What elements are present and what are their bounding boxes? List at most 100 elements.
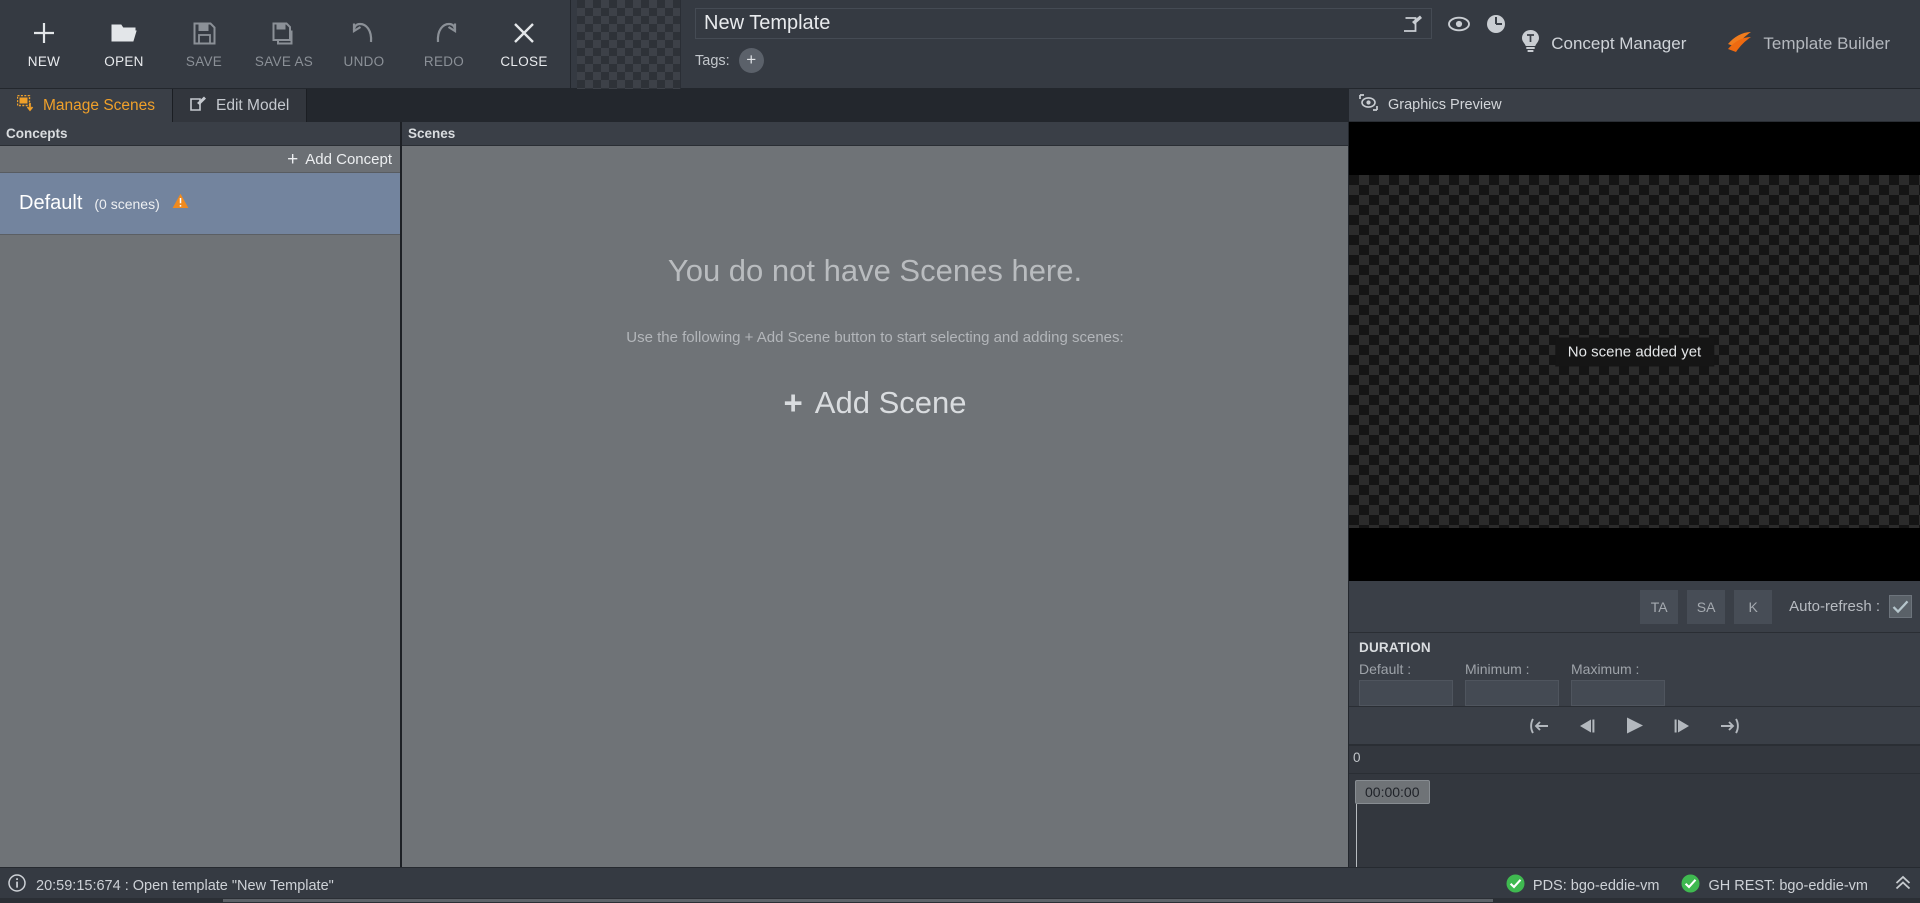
duration-minimum-label: Minimum : (1465, 661, 1530, 677)
info-circle-icon (8, 874, 26, 897)
concepts-header: Concepts (0, 122, 400, 146)
scenes-empty-state: You do not have Scenes here. Use the fol… (402, 146, 1348, 867)
status-message-group: 20:59:15:674 : Open template "New Templa… (8, 874, 334, 897)
floppy-disk-icon (192, 19, 217, 47)
duration-default-label: Default : (1359, 661, 1412, 677)
tab-manage-scenes[interactable]: Manage Scenes (0, 89, 174, 122)
tags-row: Tags: + (695, 48, 1506, 73)
concept-manager-label: Concept Manager (1551, 34, 1687, 53)
open-button[interactable]: OPEN (84, 0, 164, 89)
status-bar: 20:59:15:674 : Open template "New Templa… (0, 867, 1920, 903)
undo-button[interactable]: UNDO (324, 0, 404, 89)
add-concept-button[interactable]: + Add Concept (287, 150, 392, 169)
redo-button[interactable]: REDO (404, 0, 484, 89)
preview-letterbox-bottom (1349, 528, 1920, 581)
duration-minimum-input[interactable] (1465, 680, 1559, 706)
close-x-icon (511, 19, 537, 47)
tab-edit-model-label: Edit Model (216, 96, 290, 114)
step-forward-icon[interactable] (1673, 718, 1692, 734)
check-circle-green-icon (1681, 874, 1700, 898)
list-item[interactable]: Default (0 scenes) (0, 173, 400, 235)
play-icon[interactable] (1624, 716, 1645, 735)
new-button[interactable]: NEW (4, 0, 84, 89)
preview-eye-icon (1359, 94, 1378, 116)
duration-maximum-field: Maximum : (1571, 661, 1665, 706)
duration-default-input[interactable] (1359, 680, 1453, 706)
save-button[interactable]: SAVE (164, 0, 244, 89)
left-workspace: Manage Scenes Edit Model Concepts + Add … (0, 89, 1348, 867)
undo-arrow-icon (351, 19, 378, 47)
workspace-panes: Concepts + Add Concept Default (0 scenes… (0, 122, 1348, 867)
template-builder-button[interactable]: Template Builder (1726, 30, 1890, 59)
go-to-end-icon[interactable] (1720, 717, 1741, 734)
add-concept-label: Add Concept (305, 150, 392, 168)
ta-button[interactable]: TA (1640, 589, 1679, 624)
status-badge-pds[interactable]: PDS: bgo-eddie-vm (1506, 874, 1659, 898)
k-button[interactable]: K (1734, 589, 1773, 624)
application-window: NEW OPEN SAVE SAVE AS UNDO REDO CLOSE Ne… (0, 0, 1920, 903)
transport-controls (1349, 707, 1920, 745)
timeline-ruler[interactable]: 0 (1349, 746, 1920, 774)
check-circle-green-icon (1506, 874, 1525, 898)
concept-scene-count: (0 scenes) (94, 195, 160, 212)
floppy-disk-copy-icon (271, 19, 298, 47)
template-title-row: New Template (695, 8, 1506, 39)
concept-manager-button[interactable]: Concept Manager (1520, 29, 1686, 59)
preview-transparency-area: No scene added yet (1349, 175, 1920, 528)
duration-default-field: Default : (1359, 661, 1453, 706)
timeline-panel[interactable]: 0 00:00:00 (1349, 745, 1920, 867)
undo-button-label: UNDO (343, 54, 385, 69)
step-back-icon[interactable] (1577, 718, 1596, 734)
timeline-track[interactable]: 00:00:00 (1349, 774, 1920, 867)
tab-manage-scenes-label: Manage Scenes (43, 96, 156, 114)
main-toolbar: NEW OPEN SAVE SAVE AS UNDO REDO CLOSE Ne… (0, 0, 1920, 89)
duration-section: DURATION Default : Minimum : Maximum : (1349, 633, 1920, 707)
add-scene-button[interactable]: + Add Scene (784, 384, 967, 422)
go-to-start-icon[interactable] (1528, 717, 1549, 734)
lightbulb-icon (1520, 29, 1541, 59)
clock-history-icon[interactable] (1486, 14, 1506, 34)
add-tag-button[interactable]: + (738, 48, 764, 73)
save-as-button[interactable]: SAVE AS (244, 0, 324, 89)
auto-refresh-checkbox[interactable] (1889, 595, 1912, 618)
save-button-label: SAVE (185, 54, 223, 69)
save-as-button-label: SAVE AS (254, 54, 314, 69)
chevron-double-up-icon[interactable] (1894, 874, 1912, 897)
redo-arrow-icon (431, 19, 458, 47)
close-button[interactable]: CLOSE (484, 0, 564, 89)
duration-maximum-input[interactable] (1571, 680, 1665, 706)
redo-button-label: REDO (423, 54, 465, 69)
template-builder-label: Template Builder (1763, 34, 1890, 53)
status-badge-gh-rest[interactable]: GH REST: bgo-eddie-vm (1681, 874, 1868, 898)
manage-scenes-icon (16, 94, 34, 117)
auto-refresh-label: Auto-refresh : (1789, 598, 1880, 615)
timeline-playhead-label[interactable]: 00:00:00 (1355, 780, 1430, 804)
horizontal-scrollbar[interactable] (0, 898, 1920, 903)
template-name-input[interactable]: New Template (695, 8, 1433, 39)
eye-icon[interactable] (1448, 16, 1471, 32)
preview-viewport[interactable]: No scene added yet (1349, 122, 1920, 581)
duration-minimum-field: Minimum : (1465, 661, 1559, 706)
template-title-zone: New Template Tags: + (577, 0, 1520, 89)
empty-state-title: You do not have Scenes here. (667, 253, 1083, 288)
scenes-panel: Scenes You do not have Scenes here. Use … (402, 122, 1348, 867)
empty-state-subtitle: Use the following + Add Scene button to … (626, 329, 1124, 346)
status-message: 20:59:15:674 : Open template "New Templa… (36, 877, 334, 894)
tab-edit-model[interactable]: Edit Model (173, 89, 308, 122)
tags-label: Tags: (695, 52, 730, 69)
rename-pencil-icon[interactable] (1404, 14, 1423, 33)
concepts-panel: Concepts + Add Concept Default (0 scenes… (0, 122, 402, 867)
edit-model-icon (190, 95, 207, 117)
no-scene-tooltip: No scene added yet (1554, 337, 1715, 366)
scrollbar-thumb[interactable] (223, 899, 1493, 902)
concept-list: Default (0 scenes) (0, 173, 400, 867)
close-button-label: CLOSE (500, 54, 548, 69)
preview-letterbox-top (1349, 122, 1920, 175)
duration-maximum-label: Maximum : (1571, 661, 1640, 677)
duration-fields: Default : Minimum : Maximum : (1359, 661, 1920, 706)
add-concept-bar: + Add Concept (0, 146, 400, 173)
sa-button[interactable]: SA (1687, 589, 1726, 624)
template-thumbnail[interactable] (577, 0, 681, 89)
add-scene-label: Add Scene (814, 385, 967, 420)
template-action-icons (1448, 14, 1506, 34)
